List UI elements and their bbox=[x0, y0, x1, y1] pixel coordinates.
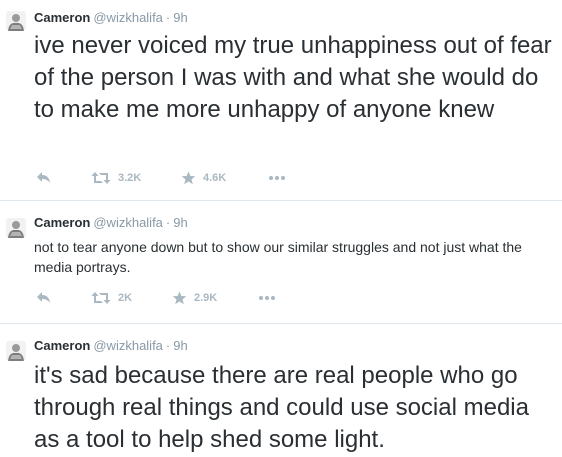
separator: · bbox=[165, 338, 171, 353]
timestamp[interactable]: 9h bbox=[173, 10, 187, 25]
author-name[interactable]: Cameron bbox=[34, 215, 90, 230]
retweet-count: 2K bbox=[118, 292, 133, 304]
tweet-text: not to tear anyone down but to show our … bbox=[34, 239, 522, 275]
retweet-button[interactable]: 2K bbox=[91, 290, 132, 306]
author-name[interactable]: Cameron bbox=[34, 338, 90, 353]
more-icon bbox=[269, 176, 285, 180]
retweet-icon bbox=[91, 172, 111, 184]
retweet-count: 3.2K bbox=[118, 172, 142, 184]
favorite-count: 4.6K bbox=[203, 172, 227, 184]
reply-icon bbox=[37, 172, 50, 183]
avatar[interactable] bbox=[6, 218, 26, 238]
favorite-button[interactable]: 2.9K bbox=[172, 290, 217, 306]
retweet-icon bbox=[91, 292, 111, 304]
timestamp[interactable]: 9h bbox=[173, 215, 187, 230]
tweet-header: Cameron @wizkhalifa · 9h bbox=[34, 338, 188, 354]
more-icon bbox=[259, 296, 275, 300]
tweet-text: it's sad because there are real people w… bbox=[34, 362, 529, 453]
separator: · bbox=[165, 215, 171, 230]
avatar[interactable] bbox=[6, 341, 26, 361]
retweet-button[interactable]: 3.2K bbox=[91, 170, 141, 186]
separator: · bbox=[165, 10, 171, 25]
timestamp[interactable]: 9h bbox=[173, 338, 187, 353]
tweet[interactable]: Cameron @wizkhalifa · 9h ive never voiced m… bbox=[0, 0, 562, 201]
author-handle[interactable]: @wizkhalifa bbox=[93, 10, 163, 25]
avatar[interactable] bbox=[6, 11, 26, 31]
reply-icon bbox=[37, 292, 50, 303]
tweet[interactable]: Cameron @wizkhalifa · 9h it's sad because t… bbox=[0, 324, 562, 457]
tweet-text: ive never voiced my true unhappiness out… bbox=[34, 32, 552, 123]
tweet[interactable]: Cameron @wizkhalifa · 9h not to tear anyone… bbox=[0, 201, 562, 324]
tweet-header: Cameron @wizkhalifa · 9h bbox=[34, 10, 188, 26]
more-button[interactable] bbox=[268, 170, 286, 186]
star-icon bbox=[172, 291, 187, 305]
favorite-count: 2.9K bbox=[194, 292, 218, 304]
reply-button[interactable] bbox=[36, 170, 52, 186]
author-handle[interactable]: @wizkhalifa bbox=[93, 338, 163, 353]
more-button[interactable] bbox=[258, 290, 276, 306]
favorite-button[interactable]: 4.6K bbox=[181, 170, 226, 186]
tweet-header: Cameron @wizkhalifa · 9h bbox=[34, 215, 188, 231]
star-icon bbox=[181, 171, 196, 185]
author-name[interactable]: Cameron bbox=[34, 10, 90, 25]
author-handle[interactable]: @wizkhalifa bbox=[93, 215, 163, 230]
reply-button[interactable] bbox=[36, 290, 52, 306]
